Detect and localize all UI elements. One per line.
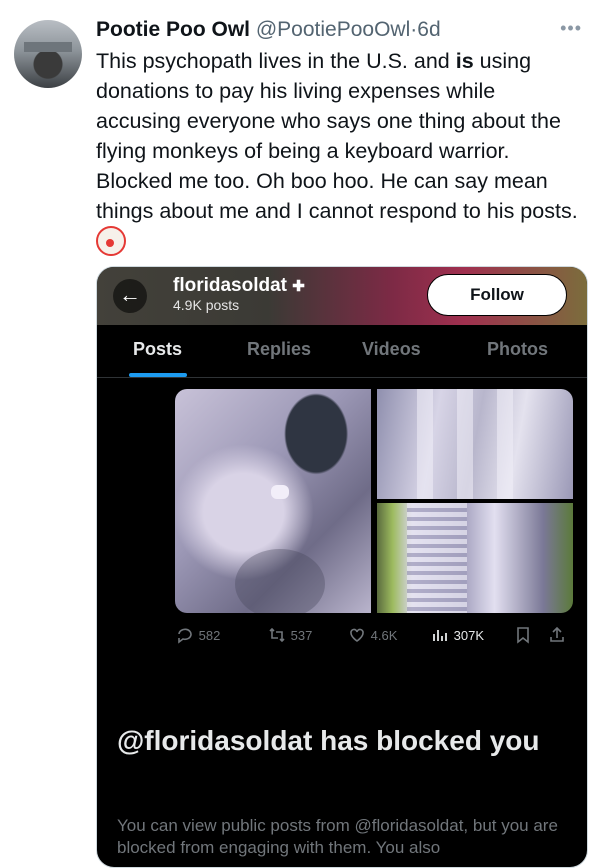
spine-shape xyxy=(407,503,467,613)
profile-tabs: Posts Replies Videos Photos xyxy=(97,325,587,378)
repost-icon xyxy=(269,627,285,643)
post-image-xray-3[interactable] xyxy=(377,503,573,613)
vertebra-shape xyxy=(457,389,473,499)
attached-screenshot[interactable]: ← floridasoldat ✚ 4.9K posts Follow Post… xyxy=(96,266,588,868)
views-chart-icon xyxy=(433,630,447,641)
tab-videos[interactable]: Videos xyxy=(362,339,421,360)
timestamp[interactable]: 6d xyxy=(417,18,440,41)
bookmark-action[interactable] xyxy=(513,625,533,645)
posts-count: 4.9K posts xyxy=(173,297,240,313)
avatar[interactable] xyxy=(14,20,82,88)
verified-badge-icon: ✚ xyxy=(292,278,305,295)
author-handle[interactable]: @PootiePooOwl xyxy=(256,18,410,41)
tab-photos[interactable]: Photos xyxy=(487,339,548,360)
post-image-xray-2[interactable] xyxy=(377,389,573,499)
xray-artifact xyxy=(271,485,289,499)
heart-icon xyxy=(350,628,364,642)
avatar-city xyxy=(24,42,72,52)
blocked-title: @floridasoldat has blocked you xyxy=(117,725,540,756)
post-image-xray-1[interactable] xyxy=(175,389,371,613)
tweet-header: Pootie Poo Owl @PootiePooOwl·6d xyxy=(96,18,580,48)
share-action[interactable] xyxy=(547,625,567,645)
bookmark-icon xyxy=(517,627,529,644)
views-action[interactable]: 307K xyxy=(430,625,484,645)
share-icon xyxy=(550,626,564,642)
views-count: 307K xyxy=(453,628,484,643)
tweet-text-part-2: using donations to pay his living expens… xyxy=(96,49,578,223)
reply-icon xyxy=(178,628,192,644)
reply-action[interactable]: 582 xyxy=(175,625,220,645)
account-name: floridasoldat ✚ xyxy=(173,275,305,297)
more-options-icon[interactable]: ••• xyxy=(560,18,582,39)
active-tab-indicator xyxy=(129,373,187,377)
repost-count: 537 xyxy=(290,628,313,643)
post-actions: 582 537 4.6K 307K xyxy=(175,625,575,647)
xray-shadow xyxy=(235,549,325,613)
tab-posts[interactable]: Posts xyxy=(133,339,182,360)
repost-action[interactable]: 537 xyxy=(267,625,312,645)
tweet-text-bold: is xyxy=(455,49,474,73)
like-action[interactable]: 4.6K xyxy=(347,625,397,645)
vertebra-shape xyxy=(497,389,513,499)
tweet-text: This psychopath lives in the U.S. and is… xyxy=(96,46,586,259)
account-name-text: floridasoldat xyxy=(173,275,288,296)
vertebra-shape xyxy=(417,389,433,499)
reply-count: 582 xyxy=(198,628,221,643)
blocked-description: You can view public posts from @floridas… xyxy=(117,816,558,857)
profile-header-banner: ← floridasoldat ✚ 4.9K posts Follow xyxy=(97,267,587,325)
author-name[interactable]: Pootie Poo Owl xyxy=(96,18,250,41)
tweet-text-part-1: This psychopath lives in the U.S. and xyxy=(96,49,456,73)
follow-button[interactable]: Follow xyxy=(427,274,567,316)
back-arrow-icon[interactable]: ← xyxy=(113,279,147,313)
tab-replies[interactable]: Replies xyxy=(247,339,311,360)
like-count: 4.6K xyxy=(370,628,398,643)
clown-face-emoji-icon xyxy=(96,226,126,256)
